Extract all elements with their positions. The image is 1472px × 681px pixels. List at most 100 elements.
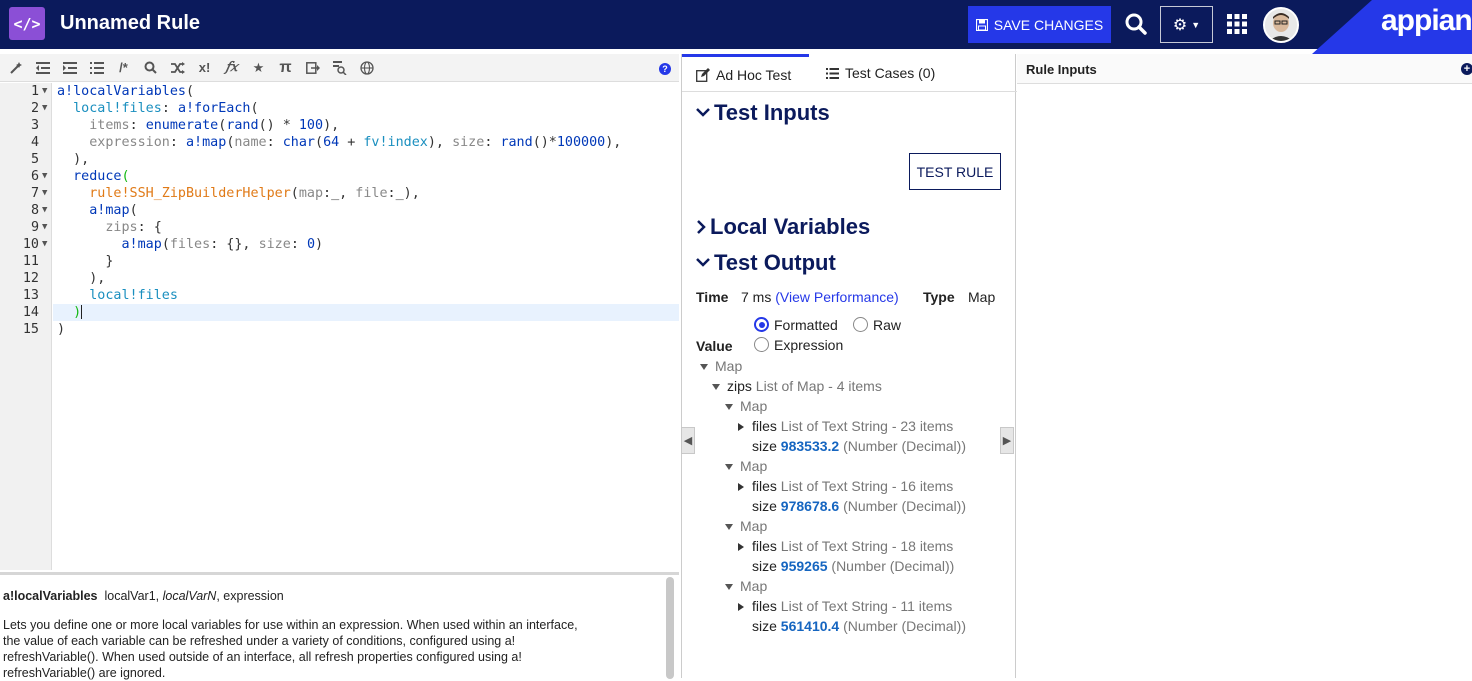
- collapse-right-arrow[interactable]: ▶: [1000, 427, 1014, 454]
- app-header: </> Unnamed Rule SAVE CHANGES ⚙ ▼ appian: [0, 0, 1472, 54]
- code-line: ),: [73, 152, 90, 167]
- function-icon[interactable]: 𝑓𝑥: [222, 58, 241, 78]
- tree-desc: (Number (Decimal)): [843, 498, 966, 514]
- function-arg: , expression: [216, 589, 284, 603]
- gear-icon: ⚙: [1172, 16, 1188, 34]
- tree-zips[interactable]: zips List of Map - 4 items: [712, 376, 882, 396]
- code-line: a!map(: [89, 203, 138, 218]
- indent-icon[interactable]: [60, 58, 79, 78]
- expression-icon[interactable]: x!: [195, 58, 214, 78]
- test-output-section-toggle[interactable]: Test Output: [696, 250, 836, 276]
- raw-label: Raw: [873, 317, 902, 333]
- code-line: ),: [89, 271, 106, 286]
- function-name: a!localVariables: [3, 589, 98, 603]
- collapse-left-arrow[interactable]: ◀: [681, 427, 695, 454]
- tree-desc: (Number (Decimal)): [831, 558, 955, 574]
- tree-desc: List of Text String - 18 items: [780, 538, 954, 554]
- tree-root-map[interactable]: Map: [700, 356, 742, 376]
- add-rule-input-icon[interactable]: +: [1461, 63, 1472, 75]
- appian-logo: appian: [1381, 4, 1472, 37]
- code-line: ): [73, 305, 83, 320]
- test-panel: Ad Hoc Test Test Cases (0) Test Inputs T…: [681, 54, 1017, 678]
- tabs-divider: [682, 91, 1017, 92]
- code-line: local!files: a!forEach(: [73, 101, 259, 116]
- tree-files-item[interactable]: files List of Text String - 11 items: [738, 596, 952, 616]
- local-variables-section-toggle[interactable]: Local Variables: [696, 214, 870, 240]
- export-icon[interactable]: [303, 58, 322, 78]
- code-line: a!localVariables(: [57, 84, 195, 99]
- type-label: Type: [923, 289, 955, 305]
- caret-down-icon: [700, 364, 708, 371]
- caret-down-icon: [712, 384, 720, 391]
- section-heading: Test Output: [714, 250, 836, 275]
- comment-icon[interactable]: /*: [114, 58, 133, 78]
- apps-grid-icon[interactable]: [1226, 13, 1248, 35]
- function-arg: localVarN: [162, 589, 217, 603]
- view-performance-link[interactable]: (View Performance): [775, 289, 898, 305]
- format-icon[interactable]: [6, 58, 25, 78]
- query-icon[interactable]: [330, 58, 349, 78]
- function-signature: a!localVariables localVar1, localVarN, e…: [3, 588, 284, 604]
- search-icon[interactable]: [1122, 10, 1150, 38]
- description-line: refreshVariable(). When used outside of …: [3, 650, 522, 664]
- rule-title: Unnamed Rule: [60, 12, 201, 34]
- caret-right-icon: [738, 543, 744, 552]
- shuffle-icon[interactable]: [168, 58, 187, 78]
- expression-radio[interactable]: [754, 337, 769, 352]
- tree-key: size: [752, 438, 777, 454]
- chevron-down-icon: [696, 108, 710, 117]
- formatted-radio[interactable]: [754, 317, 769, 332]
- tree-size-item: size 983533.2 (Number (Decimal)): [752, 436, 966, 456]
- tree-map-item[interactable]: Map: [725, 516, 767, 536]
- tree-files-item[interactable]: files List of Text String - 16 items: [738, 476, 953, 496]
- caret-down-icon: [725, 584, 733, 591]
- tree-key: size: [752, 498, 777, 514]
- formatted-label: Formatted: [774, 317, 838, 333]
- time-label: Time: [696, 289, 729, 305]
- tree-files-item[interactable]: files List of Text String - 18 items: [738, 536, 953, 556]
- help-icon[interactable]: ?: [659, 63, 671, 75]
- section-heading: Test Inputs: [714, 100, 830, 125]
- list-icon: [826, 67, 839, 79]
- code-line: items: enumerate(rand() * 100),: [89, 118, 340, 133]
- raw-radio[interactable]: [853, 317, 868, 332]
- caret-right-icon: [738, 603, 744, 612]
- caret-down-icon: [725, 464, 733, 471]
- globe-icon[interactable]: [357, 58, 376, 78]
- save-changes-button[interactable]: SAVE CHANGES: [968, 6, 1111, 43]
- code-editor[interactable]: 1 ▼ 2 ▼ 3 4 5 6 ▼ 7 ▼ 8 ▼ 9 ▼ 10 ▼ 11 12 13 14 15 a!localVari…: [0, 83, 679, 570]
- tab-label: Test Cases (0): [845, 65, 936, 81]
- tree-size-item: size 959265 (Number (Decimal)): [752, 556, 954, 576]
- type-value: Map: [968, 289, 996, 305]
- tree-map-item[interactable]: Map: [725, 576, 767, 596]
- outdent-icon[interactable]: [33, 58, 52, 78]
- description-line: refreshVariable() are ignored.: [3, 666, 166, 680]
- tab-ad-hoc-test[interactable]: Ad Hoc Test: [682, 54, 809, 92]
- tree-key: files: [752, 598, 777, 614]
- pi-icon[interactable]: π: [276, 58, 295, 78]
- avatar[interactable]: [1263, 7, 1299, 43]
- code-line: a!map(files: {}, size: 0): [121, 237, 324, 252]
- test-rule-button[interactable]: TEST RULE: [909, 153, 1001, 190]
- doc-scrollbar[interactable]: [666, 577, 674, 679]
- time-ms: 7 ms: [741, 289, 772, 305]
- test-inputs-section-toggle[interactable]: Test Inputs: [696, 100, 830, 126]
- tree-label: Map: [740, 398, 768, 414]
- code-line: zips: {: [105, 220, 162, 235]
- search-icon[interactable]: [141, 58, 160, 78]
- tree-files-item[interactable]: files List of Text String - 23 items: [738, 416, 953, 436]
- chevron-down-icon: ▼: [1191, 19, 1201, 30]
- tab-test-cases[interactable]: Test Cases (0): [826, 54, 935, 92]
- tree-number: 983533.2: [780, 438, 840, 454]
- caret-down-icon: [725, 404, 733, 411]
- code-line: ): [57, 322, 66, 337]
- tree-map-item[interactable]: Map: [725, 396, 767, 416]
- tree-size-item: size 978678.6 (Number (Decimal)): [752, 496, 966, 516]
- tree-map-item[interactable]: Map: [725, 456, 767, 476]
- star-icon[interactable]: ★: [249, 58, 268, 78]
- settings-menu-button[interactable]: ⚙ ▼: [1160, 6, 1213, 43]
- list-icon[interactable]: [87, 58, 106, 78]
- rule-inputs-panel: Rule Inputs +: [1017, 54, 1472, 678]
- description-line: Lets you define one or more local variab…: [3, 618, 578, 632]
- function-doc-panel: a!localVariables localVar1, localVarN, e…: [0, 572, 679, 680]
